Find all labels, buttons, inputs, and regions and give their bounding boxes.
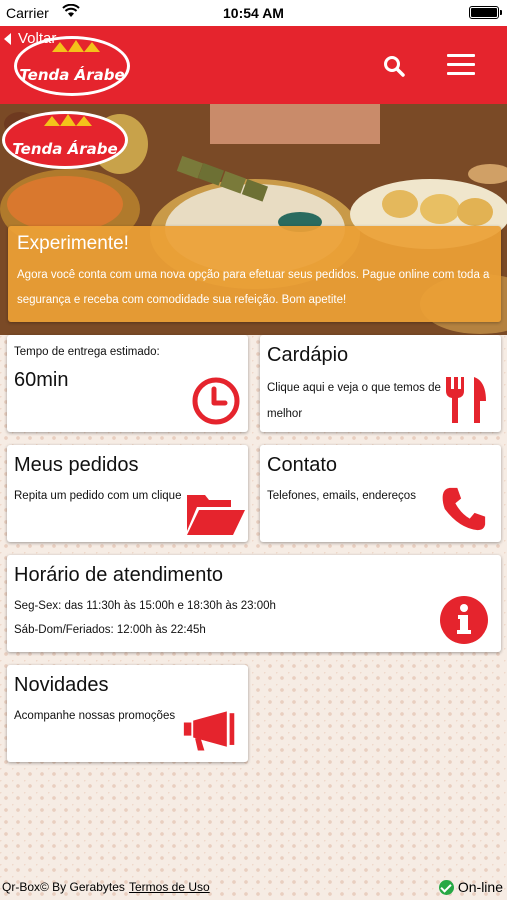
delivery-time-value: 60min <box>14 369 69 391</box>
back-button[interactable]: Voltar <box>4 30 56 47</box>
search-icon[interactable] <box>382 54 406 78</box>
contact-subtitle: Telefones, emails, endereços <box>267 490 416 502</box>
status-bar: Carrier 10:54 AM <box>0 0 507 26</box>
news-subtitle: Acompanhe nossas promoções <box>14 710 176 722</box>
svg-text:Tenda Árabe: Tenda Árabe <box>19 65 124 84</box>
contact-card[interactable]: Contato Telefones, emails, endereços <box>260 445 501 542</box>
delivery-time-card: Tempo de entrega estimado: 60min <box>7 335 248 432</box>
info-icon <box>440 596 488 644</box>
news-card[interactable]: Novidades Acompanhe nossas promoções <box>7 665 248 762</box>
online-status: On-line <box>438 879 503 895</box>
promo-box: Experimente! Agora você conta com uma no… <box>8 226 501 322</box>
check-circle-icon <box>438 879 454 895</box>
back-label: Voltar <box>18 30 57 47</box>
battery-icon <box>469 6 502 19</box>
clock-time: 10:54 AM <box>223 5 284 21</box>
promo-text: Agora você conta com uma nova opção para… <box>17 269 490 306</box>
delivery-time-label: Tempo de entrega estimado: <box>14 346 160 358</box>
phone-icon <box>442 487 486 531</box>
menu-card[interactable]: Cardápio Clique aqui e veja o que temos … <box>260 335 501 432</box>
copyright-text: Qr-Box© By Gerabytes <box>2 880 125 894</box>
clock-icon <box>192 377 240 425</box>
chevron-left-icon <box>4 32 11 45</box>
news-title: Novidades <box>14 674 109 696</box>
online-status-label: On-line <box>457 879 503 895</box>
hamburger-menu-icon[interactable] <box>447 54 477 76</box>
footer: Qr-Box© By Gerabytes Termos de Uso On-li… <box>0 876 507 898</box>
opening-hours-weekends: Sáb-Dom/Feriados: 12:00h às 22:45h <box>14 624 206 636</box>
menu-card-title: Cardápio <box>267 344 349 366</box>
promo-title: Experimente! <box>17 233 129 254</box>
banner-logo: Tenda Árabe <box>2 111 128 169</box>
opening-hours-title: Horário de atendimento <box>14 564 224 586</box>
svg-text:Tenda Árabe: Tenda Árabe <box>12 139 117 158</box>
my-orders-subtitle: Repita um pedido com um clique <box>14 490 182 502</box>
opening-hours-weekdays: Seg-Sex: das 11:30h às 15:00h e 18:30h à… <box>14 600 276 612</box>
fork-knife-icon <box>446 377 486 423</box>
folder-open-icon <box>187 495 245 535</box>
megaphone-icon <box>183 711 235 751</box>
menu-card-subtitle: Clique aqui e veja o que temos de melhor <box>267 382 441 420</box>
terms-link[interactable]: Termos de Uso <box>129 880 210 894</box>
my-orders-card[interactable]: Meus pedidos Repita um pedido com um cli… <box>7 445 248 542</box>
opening-hours-card[interactable]: Horário de atendimento Seg-Sex: das 11:3… <box>7 555 501 652</box>
app-header: Tenda Árabe Voltar <box>0 26 507 104</box>
contact-title: Contato <box>267 454 338 476</box>
my-orders-title: Meus pedidos <box>14 454 139 476</box>
